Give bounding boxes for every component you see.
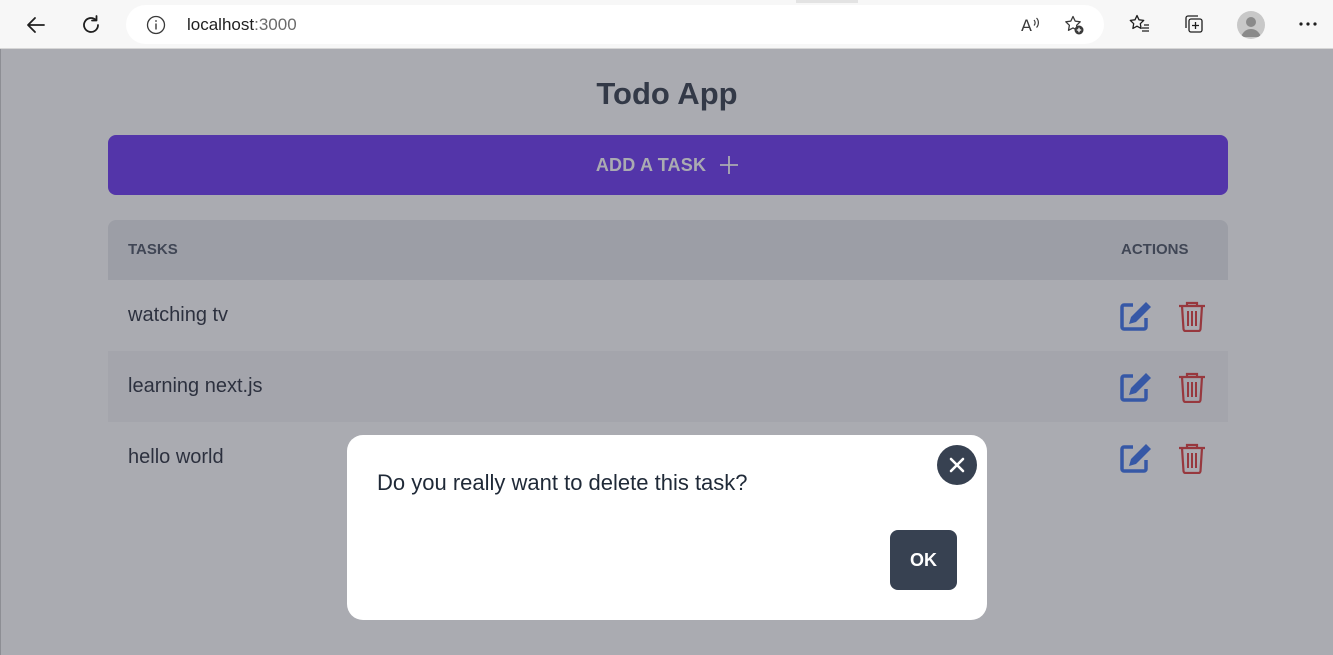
info-icon[interactable] bbox=[146, 15, 166, 35]
url-host: localhost bbox=[187, 15, 255, 34]
delete-confirm-dialog: Do you really want to delete this task? … bbox=[347, 435, 987, 620]
dialog-message: Do you really want to delete this task? bbox=[377, 470, 748, 495]
url-text[interactable]: localhost:3000 bbox=[187, 15, 297, 35]
ok-button[interactable]: OK bbox=[890, 530, 957, 590]
close-icon bbox=[949, 457, 965, 473]
back-arrow-icon bbox=[27, 17, 45, 33]
refresh-button[interactable] bbox=[74, 8, 108, 42]
more-icon[interactable] bbox=[1297, 13, 1319, 35]
refresh-icon bbox=[83, 15, 99, 33]
favorites-icon[interactable] bbox=[1128, 13, 1150, 35]
collections-icon[interactable] bbox=[1183, 13, 1205, 35]
address-bar[interactable]: localhost:3000 A bbox=[126, 5, 1104, 44]
url-port: :3000 bbox=[254, 15, 297, 34]
profile-avatar[interactable] bbox=[1237, 11, 1265, 39]
browser-toolbar: localhost:3000 A bbox=[0, 0, 1333, 49]
svg-text:A: A bbox=[1021, 16, 1032, 35]
person-icon bbox=[1241, 17, 1261, 37]
close-button[interactable] bbox=[937, 445, 977, 485]
tab-indicator bbox=[796, 0, 858, 3]
add-favorite-icon[interactable] bbox=[1063, 14, 1085, 36]
read-aloud-icon[interactable]: A bbox=[1019, 14, 1041, 36]
back-button[interactable] bbox=[19, 8, 53, 42]
